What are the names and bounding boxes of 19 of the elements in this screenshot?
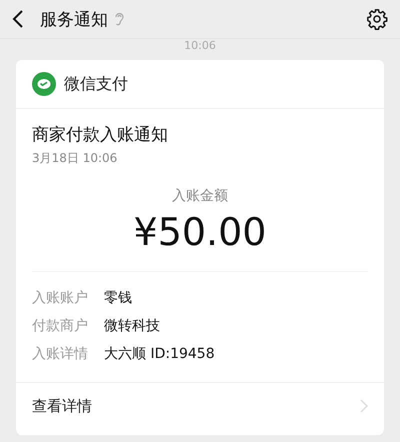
field-label: 入账详情 <box>32 345 89 363</box>
wechat-pay-icon <box>32 72 56 96</box>
notice-date: 3月18日 10:06 <box>31 150 118 167</box>
field-label: 入账账户 <box>32 289 89 307</box>
settings-icon[interactable] <box>366 8 388 30</box>
amount-value: ¥50.00 <box>132 209 268 255</box>
timestamp: 10:06 <box>184 39 216 52</box>
amount-label: 入账金额 <box>171 187 229 205</box>
field-value: 大六顺 ID:19458 <box>104 345 215 363</box>
back-icon[interactable] <box>12 10 24 28</box>
source-name: 微信支付 <box>64 74 128 94</box>
notice-title: 商家付款入账通知 <box>31 124 169 146</box>
field-value: 微转科技 <box>104 317 160 335</box>
chevron-icon <box>360 399 368 413</box>
page-title: 服务通知 <box>40 8 108 30</box>
field-label: 付款商户 <box>32 317 89 335</box>
view-details-link[interactable]: 查看详情 <box>16 382 384 429</box>
field-value: 零钱 <box>104 289 132 307</box>
ear-icon <box>114 12 124 26</box>
